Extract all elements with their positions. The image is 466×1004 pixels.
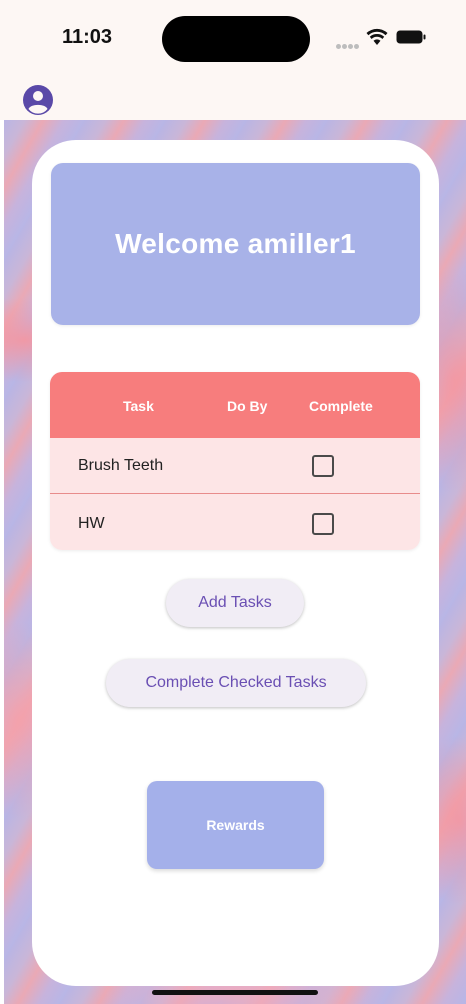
rewards-button[interactable]: Rewards <box>147 781 324 869</box>
wifi-icon <box>366 28 388 45</box>
battery-icon <box>396 30 426 44</box>
task-name: Brush Teeth <box>78 457 164 474</box>
table-header: Task Do By Complete <box>50 372 420 438</box>
account-circle-icon[interactable] <box>22 84 54 116</box>
complete-checkbox[interactable] <box>312 513 334 535</box>
task-table: Task Do By Complete Brush Teeth HW <box>50 372 420 550</box>
welcome-banner: Welcome amiller1 <box>51 163 420 325</box>
column-header-task: Task <box>123 398 154 414</box>
status-time: 11:03 <box>62 26 113 48</box>
home-indicator <box>152 990 318 995</box>
column-header-do-by: Do By <box>227 398 268 414</box>
complete-checkbox[interactable] <box>312 455 334 477</box>
column-header-complete: Complete <box>309 398 373 414</box>
task-name: HW <box>78 515 105 532</box>
complete-checked-tasks-button[interactable]: Complete Checked Tasks <box>106 659 366 707</box>
table-row: Brush Teeth <box>50 438 420 494</box>
table-row: HW <box>50 494 420 550</box>
welcome-text: Welcome amiller1 <box>115 228 356 259</box>
top-area: 11:03 <box>0 0 466 120</box>
cellular-signal-icon <box>336 36 362 49</box>
dynamic-island <box>162 16 310 62</box>
add-tasks-button[interactable]: Add Tasks <box>166 579 304 627</box>
